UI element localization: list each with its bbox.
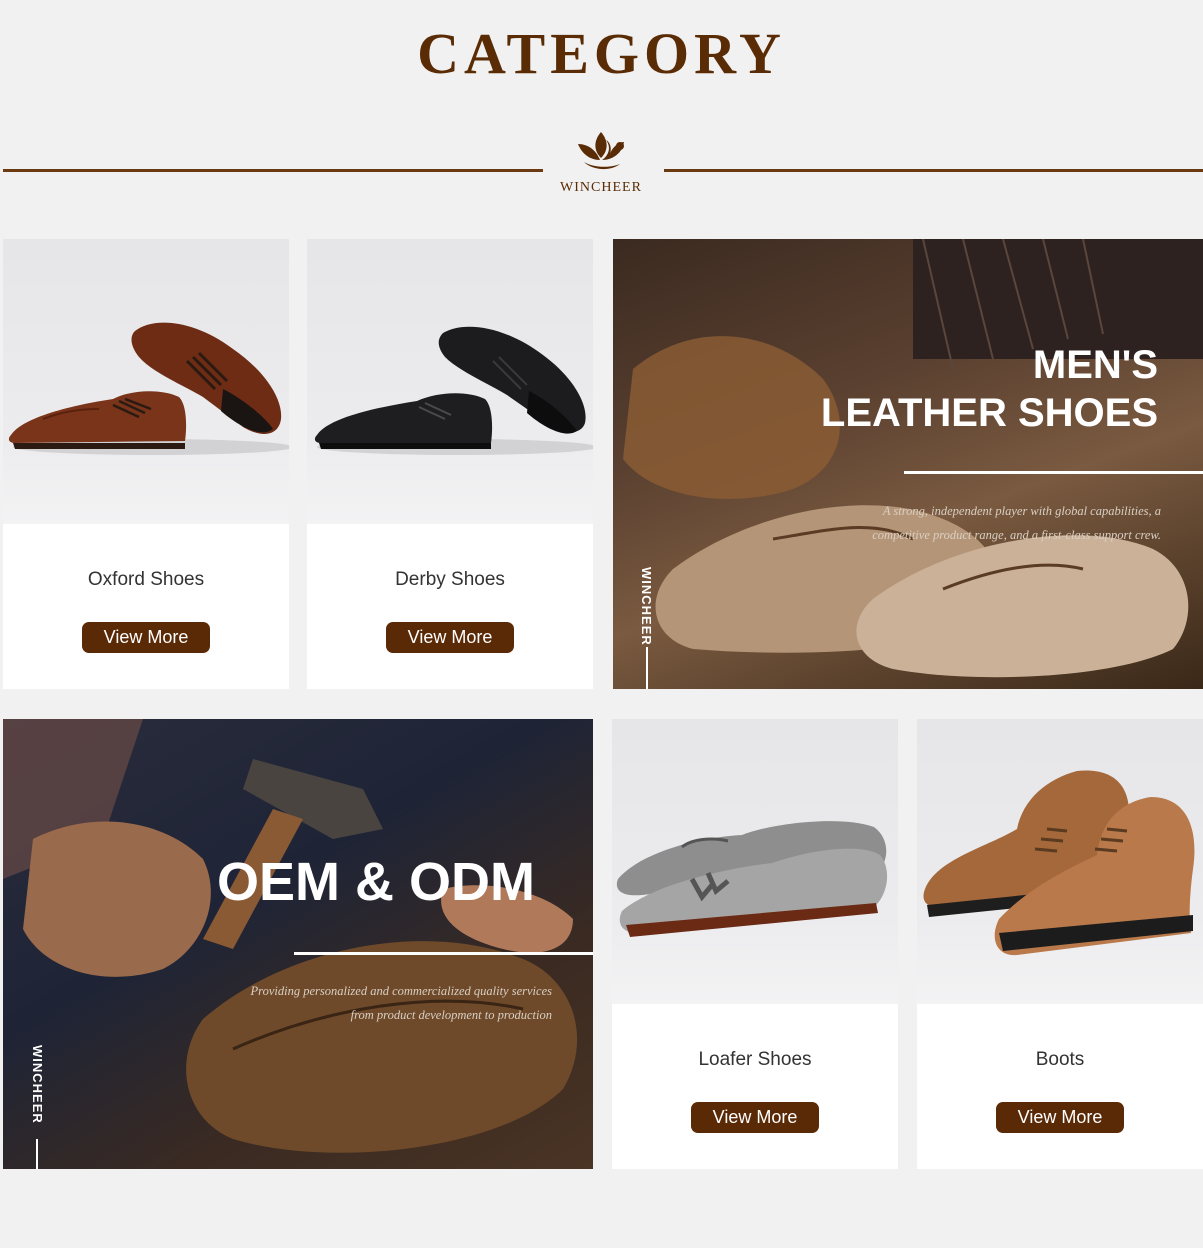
derby-view-more-button[interactable]: View More bbox=[386, 622, 514, 653]
left-divider bbox=[3, 169, 543, 172]
loafer-shoes-card[interactable]: Loafer Shoes View More bbox=[612, 719, 898, 1169]
product-name: Oxford Shoes bbox=[87, 569, 205, 590]
banner-rule bbox=[294, 952, 593, 955]
page-title: CATEGORY bbox=[417, 21, 786, 86]
shoes-photo bbox=[623, 239, 1203, 678]
banner-title: OEM & ODM bbox=[217, 852, 535, 912]
oxford-shoes-image bbox=[3, 239, 289, 524]
logo-text: WINCHEER bbox=[560, 180, 642, 195]
banner-title-line1: MEN'S bbox=[1032, 343, 1158, 387]
craftsman-photo bbox=[3, 719, 578, 1153]
oxford-shoes-card[interactable]: Oxford Shoes View More bbox=[3, 239, 289, 689]
banner-description-line1: Providing personalized and commercialize… bbox=[250, 984, 552, 998]
right-divider bbox=[664, 169, 1203, 172]
banner-description-line2: from product development to production bbox=[350, 1008, 552, 1022]
vertical-brand-label: WINCHEER bbox=[639, 567, 654, 646]
banner-rule bbox=[904, 471, 1203, 474]
mens-leather-shoes-banner[interactable]: MEN'S LEATHER SHOES A strong, independen… bbox=[613, 239, 1203, 689]
boots-image bbox=[917, 719, 1203, 1004]
loafer-shoes-image bbox=[612, 719, 898, 1004]
product-name: Boots bbox=[1035, 1049, 1085, 1070]
banner-title-line2: LEATHER SHOES bbox=[820, 391, 1158, 435]
banner-description-line2: competitive product range, and a first-c… bbox=[872, 528, 1161, 542]
vertical-rule bbox=[36, 1139, 38, 1169]
derby-shoes-card[interactable]: Derby Shoes View More bbox=[307, 239, 593, 689]
banner-description-line1: A strong, independent player with global… bbox=[882, 504, 1161, 518]
oem-odm-banner[interactable]: OEM & ODM Providing personalized and com… bbox=[3, 719, 593, 1169]
lotus-icon bbox=[578, 132, 624, 170]
loafer-view-more-button[interactable]: View More bbox=[691, 1102, 819, 1133]
product-name: Loafer Shoes bbox=[698, 1049, 812, 1070]
product-name: Derby Shoes bbox=[395, 569, 505, 590]
vertical-rule bbox=[646, 647, 648, 689]
derby-shoes-image bbox=[307, 239, 593, 524]
boots-card[interactable]: Boots View More bbox=[917, 719, 1203, 1169]
vertical-brand-label: WINCHEER bbox=[30, 1045, 45, 1124]
oxford-view-more-button[interactable]: View More bbox=[82, 622, 210, 653]
boots-view-more-button[interactable]: View More bbox=[996, 1102, 1124, 1133]
brand-logo[interactable]: WINCHEER bbox=[556, 126, 646, 206]
